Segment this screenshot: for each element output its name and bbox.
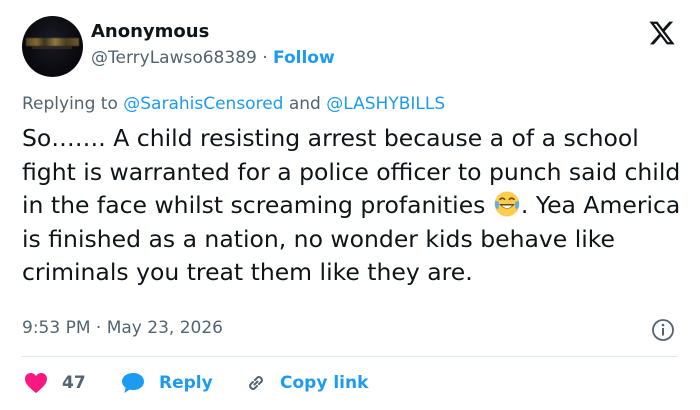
author-handle-row: @TerryLawso68389 · Follow	[91, 48, 335, 68]
replying-to-line: Replying to @SarahisCensored and @LASHYB…	[22, 94, 445, 114]
tweet-actions: 47 Reply Copy link	[22, 368, 678, 398]
face-with-tears-of-joy-icon	[494, 191, 520, 217]
copy-link-label: Copy link	[280, 373, 369, 393]
like-count: 47	[62, 373, 86, 393]
info-icon[interactable]	[651, 318, 675, 342]
like-button[interactable]: 47	[24, 368, 86, 398]
tweet-body: So……. A child resisting arrest because a…	[22, 122, 682, 290]
author-display-name[interactable]: Anonymous	[91, 21, 209, 42]
avatar-city-reflection	[32, 46, 72, 49]
author-handle[interactable]: @TerryLawso68389	[91, 48, 257, 68]
replying-to-joiner: and	[288, 94, 321, 114]
speech-bubble-icon	[122, 373, 144, 393]
mention-link-1[interactable]: @SarahisCensored	[123, 94, 283, 114]
handle-separator: ·	[262, 48, 268, 68]
avatar-city-lights	[26, 38, 79, 46]
copy-link-button[interactable]: Copy link	[244, 368, 368, 398]
replying-to-prefix: Replying to	[22, 94, 118, 114]
heart-icon	[25, 373, 47, 393]
link-icon	[249, 376, 263, 390]
tweet-timestamp[interactable]: 9:53 PM · May 23, 2026	[22, 318, 223, 338]
reply-label: Reply	[159, 373, 213, 393]
actions-divider	[22, 356, 678, 357]
avatar[interactable]	[22, 16, 83, 77]
follow-button[interactable]: Follow	[273, 48, 335, 68]
mention-link-2[interactable]: @LASHYBILLS	[326, 94, 445, 114]
tweet-header: Anonymous @TerryLawso68389 · Follow	[22, 16, 678, 78]
x-logo-icon[interactable]	[648, 19, 676, 47]
reply-button[interactable]: Reply	[121, 368, 213, 398]
